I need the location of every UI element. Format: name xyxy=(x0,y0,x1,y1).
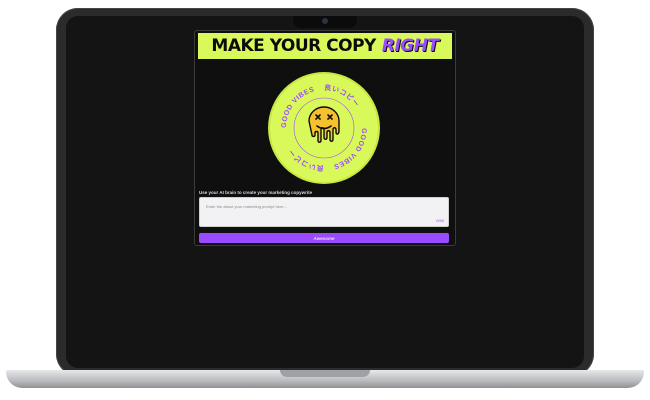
character-counter: 0/90 xyxy=(436,218,444,223)
melting-smiley-icon xyxy=(308,106,340,143)
svg-text:良いコピー: 良いコピー xyxy=(288,147,324,173)
camera-icon xyxy=(322,18,328,24)
prompt-label: Use your AI brain to create your marketi… xyxy=(199,190,313,195)
banner-title: MAKE YOUR COPY xyxy=(211,36,376,56)
banner-highlight: RIGHT xyxy=(381,36,439,56)
copywriter-app: MAKE YOUR COPY RIGHT GOOD VIBES 良いコピー GO… xyxy=(194,30,456,246)
submit-button[interactable]: Awesome xyxy=(199,233,449,243)
svg-text:良いコピー: 良いコピー xyxy=(324,83,360,109)
prompt-input[interactable]: Enter the about your marketing prompt he… xyxy=(199,197,449,227)
laptop-base-notch xyxy=(280,370,370,377)
ring-text-2: 良いコピー xyxy=(324,83,360,109)
hero-banner: MAKE YOUR COPY RIGHT xyxy=(198,33,452,59)
badge-graphic: GOOD VIBES 良いコピー GOOD VIBES 良いコピー xyxy=(281,83,367,173)
good-vibes-badge: GOOD VIBES 良いコピー GOOD VIBES 良いコピー xyxy=(273,77,375,179)
prompt-placeholder: Enter the about your marketing prompt he… xyxy=(206,204,287,209)
ring-text-4: 良いコピー xyxy=(288,147,324,173)
